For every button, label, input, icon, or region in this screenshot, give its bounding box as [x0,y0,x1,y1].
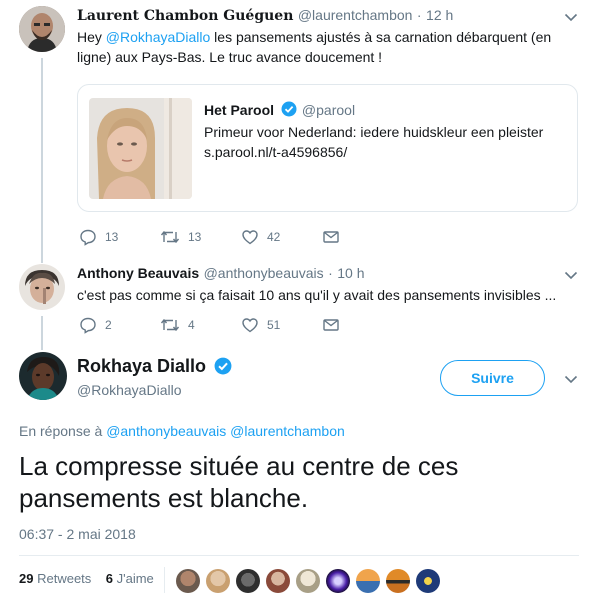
stats-separator [164,567,165,593]
like-count: 51 [267,318,281,332]
retweet-count: 4 [188,318,195,332]
message-button[interactable] [322,228,403,246]
reply-mention-2[interactable]: @laurentchambon [230,423,345,439]
tweet-text: La compresse située au centre de ces pan… [19,451,459,513]
thread-line-1 [41,58,43,263]
message-icon [323,319,339,331]
tweet-text-prefix: Hey [77,29,106,45]
chevron-down-icon[interactable] [563,267,579,283]
reply-prefix: En réponse à [19,423,103,439]
liker-avatar[interactable] [416,569,440,593]
separator: · [416,7,422,23]
reply-button[interactable]: 2 [79,316,160,334]
tweet-text: c'est pas comme si ça faisait 10 ans qu'… [77,287,557,303]
tweet-actions: 13 13 42 [79,228,403,246]
tweet-actions: 2 4 51 [79,316,403,334]
reply-mention-1[interactable]: @anthonybeauvais [106,423,226,439]
retweet-button[interactable]: 4 [160,316,241,334]
retweets-label: Retweets [37,571,92,586]
chevron-down-icon[interactable] [563,9,579,25]
reply-count: 2 [105,318,112,332]
liker-avatar[interactable] [326,569,350,593]
tweet-stats: 29 Retweets 6 J'aime [19,571,154,586]
message-icon [323,231,339,243]
reply-button[interactable]: 13 [79,228,160,246]
retweet-button[interactable]: 13 [160,228,241,246]
chevron-down-icon[interactable] [563,371,579,387]
like-count: 42 [267,230,281,244]
reply-count: 13 [105,230,119,244]
likes-count: 6 [105,571,113,586]
author-name[interactable]: Rokhaya Diallo [77,356,206,376]
liker-avatar[interactable] [206,569,230,593]
avatar[interactable] [19,264,65,310]
author-name[interactable]: Anthony Beauvais [77,265,199,281]
tweet-timestamp[interactable]: 06:37 - 2 mai 2018 [19,526,136,542]
author-name[interactable]: Laurent Chambon Guéguen [77,8,293,24]
likes-label: J'aime [116,571,154,586]
mention-link[interactable]: @RokhayaDiallo [106,29,210,45]
liker-avatar[interactable] [266,569,290,593]
author-handle[interactable]: @anthonybeauvais [204,265,324,281]
tweet-text: Hey @RokhayaDiallo les pansements ajusté… [77,27,577,67]
reply-icon [80,317,96,334]
quoted-tweet-card[interactable]: Het Parool @parool Primeur voor Nederlan… [77,84,578,212]
liker-avatar[interactable] [386,569,410,593]
liker-avatar[interactable] [176,569,200,593]
divider [19,555,579,556]
card-author-name: Het Parool [204,102,275,118]
message-button[interactable] [322,316,403,334]
avatar[interactable] [19,6,65,52]
card-text: Primeur voor Nederland: iedere huidskleu… [204,124,544,140]
like-icon [242,230,258,245]
avatar[interactable] [19,352,67,400]
retweets-stat[interactable]: 29 Retweets [19,571,95,586]
likes-stat[interactable]: 6 J'aime [106,571,154,586]
tweet-time[interactable]: 10 h [337,265,364,281]
author-handle[interactable]: @RokhayaDiallo [77,382,181,398]
verified-badge-icon [281,101,297,117]
reply-icon [80,229,96,246]
like-button[interactable]: 42 [241,228,322,246]
card-image [89,98,192,199]
like-icon [242,318,258,333]
like-button[interactable]: 51 [241,316,322,334]
follow-button[interactable]: Suivre [440,360,545,396]
verified-badge-icon [214,357,231,375]
reply-context: En réponse à @anthonybeauvais @laurentch… [19,423,345,439]
retweets-count: 29 [19,571,34,586]
liker-avatar[interactable] [296,569,320,593]
tweet-time[interactable]: 12 h [426,7,453,23]
separator: · [328,265,333,281]
retweet-icon [160,318,180,332]
author-handle[interactable]: @laurentchambon [298,7,413,23]
card-author-handle: @parool [301,102,356,118]
card-link[interactable]: s.parool.nl/t-a4596856/ [204,142,347,162]
liker-avatar[interactable] [356,569,380,593]
retweet-icon [160,230,180,244]
likers-avatars [176,569,446,593]
thread-line-2 [41,316,43,350]
retweet-count: 13 [188,230,202,244]
liker-avatar[interactable] [236,569,260,593]
